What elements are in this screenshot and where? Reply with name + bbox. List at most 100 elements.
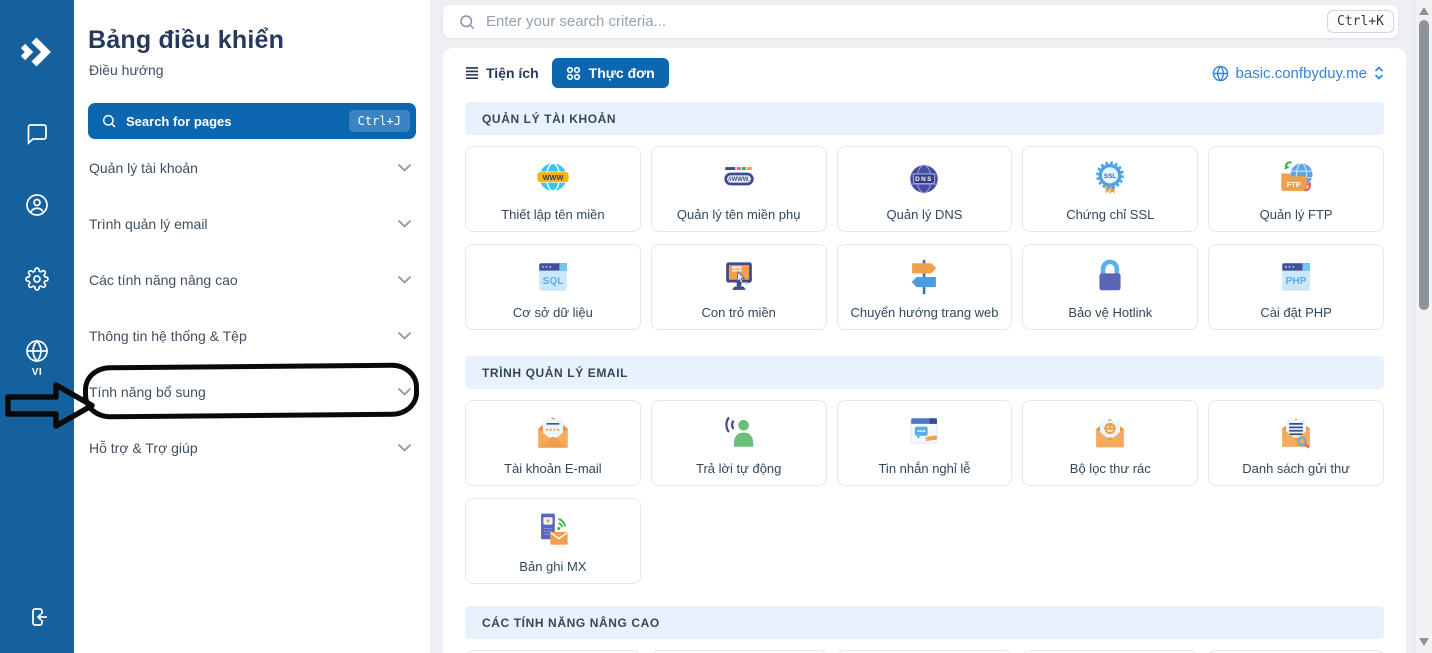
feature-card[interactable]: Bộ lọc thư rác bbox=[1022, 400, 1198, 486]
redirect-sign-icon bbox=[901, 254, 947, 300]
chevron-down-icon bbox=[397, 443, 412, 452]
chat-icon[interactable] bbox=[0, 122, 74, 146]
card-label: Bộ lọc thư rác bbox=[1070, 461, 1151, 476]
svg-text:WWW: WWW bbox=[731, 267, 742, 271]
panel-title: Bảng điều khiển bbox=[88, 26, 284, 55]
tab-label: Tiện ích bbox=[486, 65, 539, 81]
card-label: Con trỏ miền bbox=[701, 305, 775, 320]
view-tabs: Tiện ích Thực đơn basic.confbyduy.me bbox=[465, 58, 1384, 88]
logout-icon[interactable] bbox=[0, 605, 74, 629]
sidebar-search-shortcut: Ctrl+J bbox=[349, 110, 410, 132]
auto-responder-icon bbox=[716, 410, 762, 456]
feature-card[interactable]: Tin nhắn nghỉ lễ bbox=[837, 400, 1013, 486]
app-window: VI Bảng điều khiển Điều hướng Search for… bbox=[0, 0, 1432, 653]
globe-icon bbox=[1212, 65, 1229, 82]
feature-card[interactable]: Bảo vệ Hotlink bbox=[1022, 244, 1198, 330]
sidebar-item-1[interactable]: Quản lý tài khoản bbox=[74, 140, 430, 196]
global-search-input[interactable] bbox=[486, 13, 1327, 30]
card-label: Cơ sở dữ liệu bbox=[513, 305, 593, 320]
feature-card[interactable]: Danh sách gửi thư bbox=[1208, 400, 1384, 486]
feature-section: CÁC TÍNH NĂNG NÂNG CAO bbox=[465, 606, 1384, 653]
svg-text:SSL: SSL bbox=[1104, 173, 1117, 180]
vacation-message-icon bbox=[901, 410, 947, 456]
sidebar-item-5[interactable]: Tính năng bổ sung bbox=[74, 364, 430, 420]
card-label: Bản ghi MX bbox=[519, 559, 586, 574]
sidebar-item-2[interactable]: Trình quản lý email bbox=[74, 196, 430, 252]
open-envelope-icon: **** bbox=[530, 410, 576, 456]
globe-www-icon: WWW bbox=[530, 156, 576, 202]
settings-gear-icon[interactable] bbox=[0, 267, 74, 291]
sidebar-search-button[interactable]: Search for pages Ctrl+J bbox=[88, 103, 416, 139]
feature-card[interactable]: PHP Cài đặt PHP bbox=[1208, 244, 1384, 330]
chevron-down-icon bbox=[397, 219, 412, 228]
card-label: Quản lý FTP bbox=[1260, 207, 1333, 222]
feature-section: QUẢN LÝ TÀI KHOẢNWWWThiết lập tên miền//… bbox=[465, 102, 1384, 330]
card-label: Chuyển hướng trang web bbox=[850, 305, 998, 320]
card-grid: WWWThiết lập tên miền //WWW. Quản lý tên m… bbox=[465, 146, 1384, 330]
icon-rail: VI bbox=[0, 0, 74, 653]
card-label: Quản lý tên miền phụ bbox=[677, 207, 801, 222]
svg-text://WWW.: //WWW. bbox=[728, 177, 750, 183]
sort-chevrons-icon bbox=[1374, 66, 1384, 80]
svg-text:FTP: FTP bbox=[1287, 180, 1301, 189]
sidebar-item-6[interactable]: Hỗ trợ & Trợ giúp bbox=[74, 420, 430, 476]
domain-name: basic.confbyduy.me bbox=[1236, 65, 1367, 82]
search-icon bbox=[101, 113, 117, 129]
feature-card[interactable]: //WWW. Quản lý tên miền phụ bbox=[651, 146, 827, 232]
feature-card[interactable]: Trả lời tự động bbox=[651, 400, 827, 486]
mx-server-icon bbox=[530, 508, 576, 554]
grid-icon bbox=[566, 66, 581, 81]
feature-card[interactable]: SSLChứng chỉ SSL bbox=[1022, 146, 1198, 232]
navigation-sidebar: Bảng điều khiển Điều hướng Search for pa… bbox=[74, 0, 430, 653]
tab-thuc-don[interactable]: Thực đơn bbox=[552, 58, 669, 88]
scrollbar-thumb[interactable] bbox=[1419, 20, 1429, 310]
domain-pointer-icon: WWW bbox=[716, 254, 762, 300]
chevron-down-icon bbox=[397, 331, 412, 340]
card-label: Quản lý DNS bbox=[887, 207, 963, 222]
feature-card[interactable]: SQL Cơ sở dữ liệu bbox=[465, 244, 641, 330]
list-icon bbox=[465, 66, 479, 80]
dns-globe-icon: DNS bbox=[901, 156, 947, 202]
sidebar-item-4[interactable]: Thông tin hệ thống & Tệp bbox=[74, 308, 430, 364]
feature-card[interactable]: DNS Quản lý DNS bbox=[837, 146, 1013, 232]
feature-card[interactable]: WWW Con trỏ miền bbox=[651, 244, 827, 330]
sidebar-item-label: Thông tin hệ thống & Tệp bbox=[89, 328, 247, 344]
spam-smiley-icon bbox=[1087, 410, 1133, 456]
feature-card[interactable]: **** Tài khoản E-mail bbox=[465, 400, 641, 486]
global-search-bar: Ctrl+K bbox=[443, 5, 1398, 38]
feature-card[interactable]: FTP Quản lý FTP bbox=[1208, 146, 1384, 232]
svg-text:****: **** bbox=[545, 426, 560, 435]
account-icon[interactable] bbox=[0, 193, 74, 217]
svg-text:WWW: WWW bbox=[543, 173, 564, 182]
card-label: Bảo vệ Hotlink bbox=[1068, 305, 1152, 320]
sidebar-item-label: Hỗ trợ & Trợ giúp bbox=[89, 440, 198, 456]
feature-card[interactable]: WWWThiết lập tên miền bbox=[465, 146, 641, 232]
chevron-down-icon bbox=[397, 275, 412, 284]
svg-text:PHP: PHP bbox=[1286, 276, 1307, 287]
app-logo-double-chevron-icon[interactable] bbox=[0, 36, 74, 68]
address-bar-icon: //WWW. bbox=[716, 156, 762, 202]
page-scrollbar[interactable] bbox=[1414, 0, 1432, 653]
feature-section: TRÌNH QUẢN LÝ EMAIL****Tài khoản E-mailT… bbox=[465, 356, 1384, 584]
php-window-icon: PHP bbox=[1273, 254, 1319, 300]
tab-tien-ich[interactable]: Tiện ích bbox=[465, 65, 539, 81]
scroll-up-arrow[interactable] bbox=[1419, 7, 1429, 15]
sidebar-item-label: Các tính năng nâng cao bbox=[89, 272, 238, 288]
svg-text:DNS: DNS bbox=[916, 176, 934, 183]
hotlink-lock-icon bbox=[1087, 254, 1133, 300]
svg-text:SQL: SQL bbox=[543, 276, 564, 287]
sql-window-icon: SQL bbox=[530, 254, 576, 300]
language-globe-icon[interactable]: VI bbox=[0, 339, 74, 378]
card-grid: **** Tài khoản E-mail Trả lời tự độngTin n… bbox=[465, 400, 1384, 584]
card-label: Cài đặt PHP bbox=[1260, 305, 1332, 320]
sidebar-item-3[interactable]: Các tính năng nâng cao bbox=[74, 252, 430, 308]
scroll-down-arrow[interactable] bbox=[1419, 638, 1429, 646]
domain-selector[interactable]: basic.confbyduy.me bbox=[1212, 65, 1384, 82]
feature-card[interactable]: Chuyển hướng trang web bbox=[837, 244, 1013, 330]
sidebar-item-label: Trình quản lý email bbox=[89, 216, 208, 232]
feature-card[interactable]: Bản ghi MX bbox=[465, 498, 641, 584]
tab-label: Thực đơn bbox=[589, 65, 655, 81]
card-label: Tài khoản E-mail bbox=[504, 461, 602, 476]
feature-sections: QUẢN LÝ TÀI KHOẢNWWWThiết lập tên miền//… bbox=[465, 102, 1384, 653]
chevron-down-icon bbox=[397, 387, 412, 396]
